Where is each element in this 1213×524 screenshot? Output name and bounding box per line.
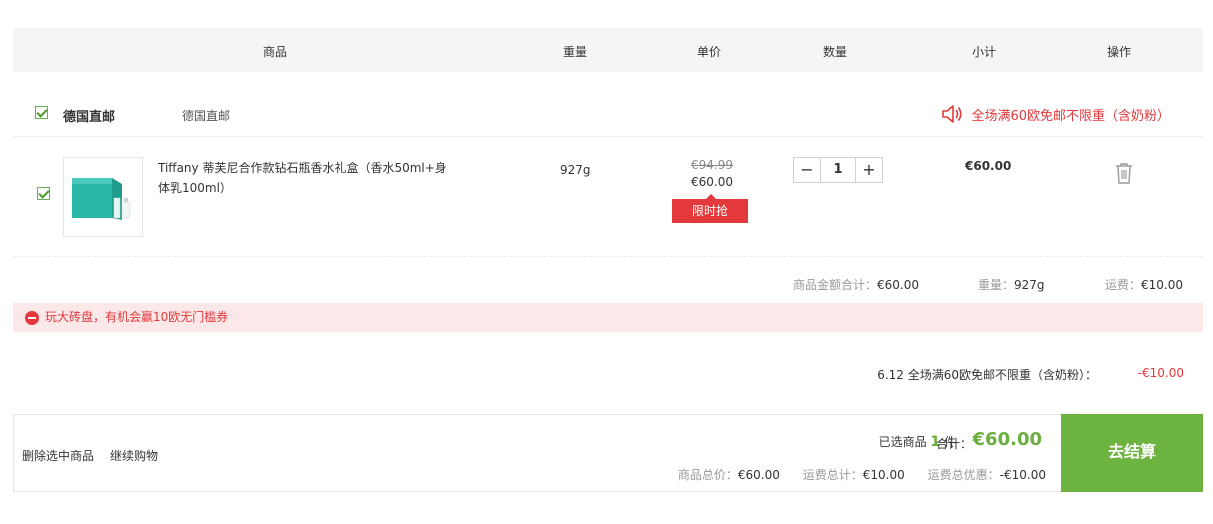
product-weight: 927g [560,163,591,177]
checkout-bar: 删除选中商品 继续购物 已选商品 1 件 合计： €60.00 商品总价：€60… [13,414,1203,492]
quantity-increase-button[interactable]: + [856,158,882,182]
cart-item-row: Tiffany 蒂芙尼合作款钻石瓶香水礼盒（香水50ml+身体乳100ml） 9… [13,137,1203,257]
store-promo-text: 全场满60欧免邮不限重（含奶粉） [971,108,1170,124]
shipping-total-label: 运费总计： [802,468,863,482]
quantity-decrease-button[interactable]: − [794,158,820,182]
weight-total: 重量：927g [978,276,1045,293]
speaker-icon [942,105,963,123]
weight-total-value: 927g [1014,278,1045,292]
grand-total-value: €60.00 [972,429,1042,450]
amount-total: 商品金额合计：€60.00 [793,276,919,293]
current-price: €60.00 [691,175,733,189]
header-weight: 重量 [562,45,588,59]
header-quantity: 数量 [822,45,848,59]
cart-table-header: 商品 重量 单价 数量 小计 操作 [13,28,1203,72]
shipping-fee-label: 运费： [1105,278,1142,292]
minus-circle-icon [25,310,39,325]
grand-total-label: 合计： [935,437,972,451]
item-subtotal: €60.00 [965,159,1012,173]
flash-sale-badge: 限时抢 [672,194,748,223]
store-summary: 商品金额合计：€60.00 重量：927g 运费：€10.00 [13,270,1203,294]
trash-icon[interactable] [1113,161,1135,185]
checkout-button[interactable]: 去结算 [1061,414,1203,492]
goods-total-value: €60.00 [737,468,780,482]
promo-notice-text[interactable]: 玩大砖盘，有机会赢10欧无门槛券 [45,303,228,332]
weight-total-label: 重量： [978,278,1015,292]
promo-notice-banner[interactable]: 玩大砖盘，有机会赢10欧无门槛券 [13,303,1203,332]
shipping-fee-value: €10.00 [1141,278,1184,292]
discount-value: -€10.00 [1137,366,1184,380]
header-unit-price: 单价 [696,45,722,59]
store-select-checkbox[interactable] [35,106,48,119]
store-promo: 全场满60欧免邮不限重（含奶粉） [941,104,1170,124]
original-price: €94.99 [691,158,733,172]
product-title[interactable]: Tiffany 蒂芙尼合作款钻石瓶香水礼盒（香水50ml+身体乳100ml） [158,158,458,198]
perfume-gift-box-image [72,178,131,220]
header-subtotal: 小计 [971,45,997,59]
header-action: 操作 [1106,45,1132,59]
shipping-discount-value: -€10.00 [999,468,1046,482]
discount-label: 6.12 全场满60欧免邮不限重（含奶粉）： [877,368,1097,382]
totals-breakdown: 商品总价：€60.00 运费总计：€10.00 运费总优惠：-€10.00 [678,466,1046,483]
item-select-checkbox[interactable] [37,187,50,200]
discount-row: 6.12 全场满60欧免邮不限重（含奶粉）： -€10.00 [13,360,1203,388]
selected-prefix: 已选商品 [878,435,927,449]
shipping-total-value: €10.00 [862,468,905,482]
goods-total-label: 商品总价： [677,468,738,482]
shipping-discount-label: 运费总优惠： [927,468,1000,482]
delete-selected-link[interactable]: 删除选中商品 [22,447,94,464]
store-subtitle: 德国直邮 [182,109,231,123]
quantity-input[interactable]: 1 [820,158,856,182]
store-row: 德国直邮 德国直邮 全场满60欧免邮不限重（含奶粉） [13,92,1203,137]
quantity-stepper: − 1 + [793,157,883,183]
header-product: 商品 [262,45,288,59]
store-name: 德国直邮 [63,110,116,125]
product-thumbnail[interactable] [63,157,143,237]
continue-shopping-link[interactable]: 继续购物 [110,447,158,464]
amount-total-value: €60.00 [877,278,920,292]
amount-total-label: 商品金额合计： [793,278,878,292]
shipping-fee: 运费：€10.00 [1105,276,1183,293]
